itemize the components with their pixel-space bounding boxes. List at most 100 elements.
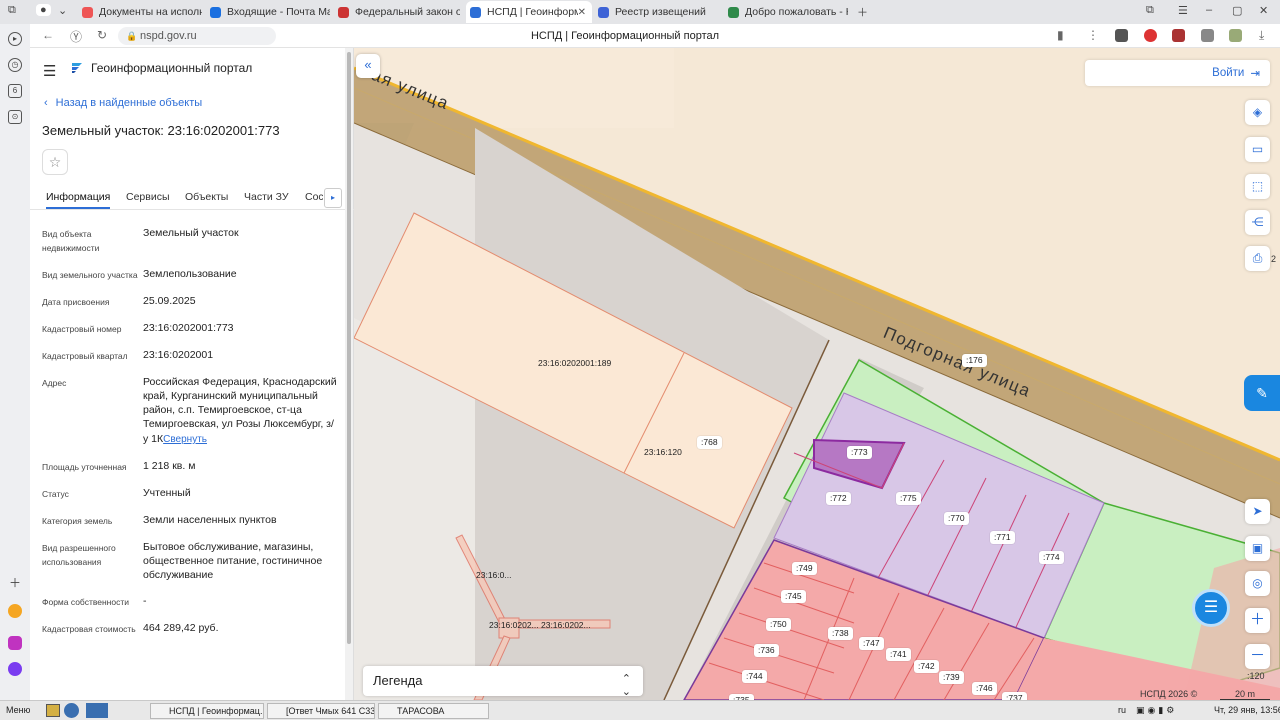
feedback-widget-icon[interactable]: ✎ [1244, 375, 1280, 411]
extension-icon[interactable] [1229, 29, 1242, 42]
map-canvas[interactable]: 23:16:0202001:189 23:16:120 23:16:0... 2… [354, 48, 1280, 700]
workspaces-icon[interactable]: ⧉ [8, 4, 16, 17]
history-icon[interactable]: ◷ [8, 58, 22, 72]
tab-objects[interactable]: Объекты [185, 191, 228, 203]
map-view[interactable]: 23:16:0202001:189 23:16:120 23:16:0... 2… [354, 48, 1280, 700]
tab-services[interactable]: Сервисы [126, 191, 170, 203]
show-desktop-icon[interactable] [46, 704, 60, 717]
minimize-button[interactable]: – [1206, 4, 1212, 16]
back-link[interactable]: ‹ Назад в найденные объекты [44, 97, 202, 109]
window-menu-icon[interactable]: ☰ [1178, 4, 1188, 17]
screenshot-icon[interactable]: ⊙ [8, 110, 22, 124]
tray-icons[interactable]: ▣◉▮⚙ [1136, 705, 1177, 716]
yandex-browser-icon[interactable] [64, 703, 79, 718]
share-icon[interactable]: ⋲ [1245, 210, 1270, 235]
collapse-address-link[interactable]: Свернуть [163, 433, 207, 447]
chat-icon[interactable]: ☰ [1192, 589, 1230, 627]
parcel-label[interactable]: :772 [826, 492, 851, 505]
new-tab-button[interactable]: ＋ [857, 4, 868, 20]
parcel-label[interactable]: :736 [754, 644, 779, 657]
parcel-label[interactable]: :747 [859, 637, 884, 650]
parcel-label[interactable]: :775 [896, 492, 921, 505]
browser-tab[interactable]: Входящие - Почта Mail [206, 1, 330, 23]
taskbar-window[interactable]: ТАРАСОВА [378, 703, 489, 719]
parcel-label[interactable]: :741 [886, 648, 911, 661]
page-title: НСПД | Геоинформационный портал [530, 30, 720, 42]
tabs-next-icon[interactable]: ▸ [324, 188, 342, 208]
panel-scrollbar-thumb[interactable] [347, 52, 351, 644]
attribute-value-text: 464 289,42 руб. [143, 622, 219, 634]
attribute-row: Вид разрешенного использования Бытовое об… [42, 540, 338, 582]
parcel-label[interactable]: :768 [697, 436, 722, 449]
parcel-label[interactable]: :745 [781, 590, 806, 603]
parcel-label[interactable]: :774 [1039, 551, 1064, 564]
legend-toggle[interactable]: Легенда ⌃ ⌄ [363, 666, 643, 698]
browser-tab[interactable]: Документы на исполнени [78, 1, 202, 23]
layers-icon[interactable]: ◈ [1245, 100, 1270, 125]
parcel-label[interactable]: :771 [990, 531, 1015, 544]
geolocation-icon[interactable]: ◎ [1245, 571, 1270, 596]
parcel-label[interactable]: :738 [828, 627, 853, 640]
yandex-browser-icon[interactable] [86, 703, 108, 718]
parcel-label[interactable]: :749 [792, 562, 817, 575]
alice-assistant-icon[interactable] [8, 662, 22, 676]
download-icon[interactable]: ⤓ [1259, 28, 1264, 43]
parcel-label[interactable]: :773 [847, 446, 872, 459]
parcel-label[interactable]: :746 [972, 682, 997, 695]
print-icon[interactable]: ⎙ [1245, 246, 1270, 271]
tab-parts[interactable]: Части ЗУ [244, 191, 289, 203]
app-icon[interactable] [8, 604, 22, 618]
extension-icon[interactable] [1115, 29, 1128, 42]
extension-icon[interactable] [1172, 29, 1185, 42]
maximize-button[interactable]: ▢ [1232, 4, 1242, 17]
browser-tab[interactable]: Реестр извещений [594, 1, 720, 23]
app-icon[interactable] [8, 636, 22, 650]
zoom-out-button[interactable]: － [1245, 644, 1270, 669]
language-indicator[interactable]: ru [1118, 705, 1126, 715]
login-button[interactable]: Войти ⇥ [1085, 60, 1270, 86]
menu-icon[interactable]: ☰ [43, 62, 56, 80]
reload-icon[interactable]: ↻ [97, 28, 107, 42]
tab-info[interactable]: Информация [46, 191, 111, 209]
collections-icon[interactable]: ⧉ [1146, 4, 1154, 17]
parcel-label[interactable]: :750 [766, 618, 791, 631]
zoom-in-button[interactable]: ＋ [1245, 608, 1270, 633]
bookmark-icon[interactable]: ▮ [1057, 28, 1064, 42]
close-tab-icon[interactable]: ✕ [578, 7, 586, 18]
start-menu-button[interactable]: Меню [6, 705, 30, 715]
chevron-down-icon[interactable]: ⌄ [58, 4, 67, 17]
extension-icon[interactable] [1144, 29, 1157, 42]
yandex-icon[interactable]: Ⓨ [70, 28, 82, 45]
tab-composition[interactable]: Сос [305, 191, 323, 203]
extension-icon[interactable] [1201, 29, 1214, 42]
locate-icon[interactable]: ➤ [1245, 499, 1270, 524]
attribute-value-text: Землепользование [143, 268, 237, 280]
collapse-panel-button[interactable]: « [356, 54, 380, 78]
add-icon[interactable]: ＋ [8, 577, 22, 592]
parcel-label[interactable]: :739 [939, 671, 964, 684]
close-window-button[interactable]: ✕ [1259, 4, 1268, 17]
select-area-icon[interactable]: ⬚ [1245, 174, 1270, 199]
parcel-label[interactable]: :176 [962, 354, 987, 367]
taskbar-window[interactable]: [Ответ Чмых 641 С33... [267, 703, 375, 719]
attribute-value: Учтенный [143, 486, 338, 501]
browser-tab[interactable]: Добро пожаловать - Курга [724, 1, 848, 23]
browser-tab[interactable]: НСПД | Геоинформаци✕ [466, 1, 592, 23]
parcel-label[interactable]: :744 [742, 670, 767, 683]
attribute-row: Категория земель Земли населенных пунктов [42, 513, 338, 528]
favorite-star-icon[interactable]: ☆ [42, 149, 68, 175]
alice-icon[interactable]: ▸ [8, 32, 22, 46]
parcel-label[interactable]: :737 [1002, 692, 1027, 700]
minimap-icon[interactable]: ▣ [1245, 536, 1270, 561]
more-icon[interactable]: ⋮ [1087, 28, 1099, 42]
counter-icon[interactable]: 6 [8, 84, 22, 98]
tab-menu-icon[interactable]: ● [36, 4, 51, 16]
url-field[interactable]: 🔒 nspd.gov.ru [118, 27, 276, 45]
parcel-label[interactable]: :770 [944, 512, 969, 525]
parcel-label[interactable]: :742 [914, 660, 939, 673]
back-arrow-icon[interactable]: ← [42, 28, 54, 42]
taskbar-window[interactable]: НСПД | Геоинформац... [150, 703, 264, 719]
ruler-icon[interactable]: ▭ [1245, 137, 1270, 162]
attribute-label: Форма собственности [42, 597, 129, 607]
browser-tab[interactable]: Федеральный закон от 29. [334, 1, 460, 23]
